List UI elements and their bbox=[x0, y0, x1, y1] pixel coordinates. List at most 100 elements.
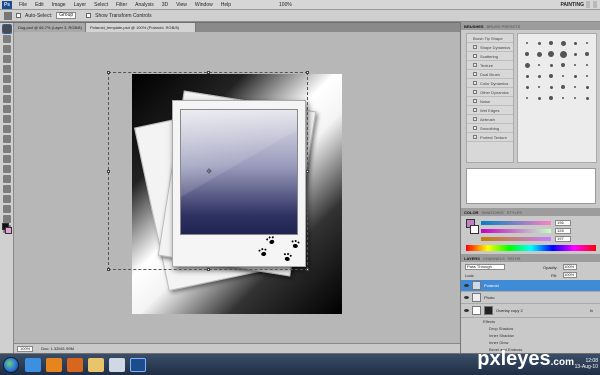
blend-mode-select[interactable]: Pass Through bbox=[465, 264, 505, 270]
healing-brush-tool-icon[interactable] bbox=[3, 85, 11, 93]
dodge-tool-icon[interactable] bbox=[3, 155, 11, 163]
brush-tip-preset[interactable] bbox=[560, 40, 566, 46]
brush-tip-preset[interactable] bbox=[573, 74, 577, 78]
brush-option-item[interactable]: Airbrush bbox=[467, 115, 513, 124]
brush-tip-preset[interactable] bbox=[562, 97, 564, 99]
brush-tip-preset[interactable] bbox=[586, 42, 588, 44]
brush-tip-preset[interactable] bbox=[574, 97, 576, 99]
brush-tool-icon[interactable] bbox=[3, 95, 11, 103]
brush-tip-preset[interactable] bbox=[549, 74, 553, 78]
menu-window[interactable]: Window bbox=[191, 2, 217, 8]
crop-tool-icon[interactable] bbox=[3, 65, 11, 73]
brush-tip-preset[interactable] bbox=[525, 85, 529, 89]
menu-file[interactable]: File bbox=[15, 2, 31, 8]
brush-tip-preset[interactable] bbox=[586, 75, 588, 77]
transform-handle[interactable] bbox=[306, 170, 309, 173]
brush-tip-preset[interactable] bbox=[573, 41, 577, 45]
brush-tip-preset[interactable] bbox=[524, 62, 530, 68]
start-button[interactable] bbox=[3, 356, 19, 373]
background-color-chip[interactable] bbox=[470, 225, 479, 234]
menu-filter[interactable]: Filter bbox=[112, 2, 131, 8]
transform-handle[interactable] bbox=[107, 268, 110, 271]
green-value-field[interactable]: 128 bbox=[555, 228, 571, 234]
brush-tip-preset[interactable] bbox=[538, 86, 540, 88]
menu-image[interactable]: Image bbox=[48, 2, 70, 8]
brush-tip-preset[interactable] bbox=[573, 52, 577, 56]
visibility-eye-icon[interactable] bbox=[464, 284, 469, 287]
menu-help[interactable]: Help bbox=[217, 2, 235, 8]
transform-handle[interactable] bbox=[107, 170, 110, 173]
eyedropper-tool-icon[interactable] bbox=[3, 75, 11, 83]
move-tool-icon[interactable] bbox=[2, 24, 12, 34]
layer-row-polaroid[interactable]: Polaroid bbox=[461, 280, 600, 292]
brush-tip-preset[interactable] bbox=[538, 64, 540, 66]
brush-option-item[interactable]: Dual Brush bbox=[467, 70, 513, 79]
internet-explorer-icon[interactable] bbox=[25, 357, 41, 372]
brush-tip-preset[interactable] bbox=[549, 96, 553, 100]
auto-select-checkbox[interactable] bbox=[16, 13, 21, 18]
brush-tip-preset[interactable] bbox=[549, 41, 553, 45]
type-tool-icon[interactable] bbox=[3, 175, 11, 183]
brush-tip-preset[interactable] bbox=[526, 42, 528, 44]
brush-tip-preset[interactable] bbox=[574, 64, 576, 66]
brush-tip-preset[interactable] bbox=[561, 85, 565, 89]
menu-analysis[interactable]: Analysis bbox=[131, 2, 158, 8]
firefox-icon[interactable] bbox=[67, 357, 83, 372]
minimize-button[interactable] bbox=[586, 1, 590, 8]
path-selection-tool-icon[interactable] bbox=[3, 185, 11, 193]
menu-view[interactable]: View bbox=[172, 2, 191, 8]
brush-tip-preset[interactable] bbox=[549, 85, 553, 89]
transform-handle[interactable] bbox=[107, 71, 110, 74]
brush-tip-preset[interactable] bbox=[562, 75, 564, 77]
fill-field[interactable]: 100% bbox=[563, 272, 577, 278]
brush-option-item[interactable]: Scattering bbox=[467, 52, 513, 61]
brush-option-item[interactable]: Other Dynamics bbox=[467, 88, 513, 97]
brush-tip-preset[interactable] bbox=[525, 74, 529, 78]
show-transform-checkbox[interactable] bbox=[86, 13, 92, 18]
green-slider[interactable] bbox=[481, 229, 551, 233]
red-value-field[interactable]: 196 bbox=[555, 220, 571, 226]
fx-badge[interactable]: fx bbox=[590, 308, 593, 313]
blur-tool-icon[interactable] bbox=[3, 145, 11, 153]
menu-select[interactable]: Select bbox=[90, 2, 112, 8]
transform-handle[interactable] bbox=[207, 71, 210, 74]
brush-tip-preset[interactable] bbox=[585, 85, 589, 89]
brush-option-item[interactable]: Protect Texture bbox=[467, 133, 513, 142]
background-color-swatch[interactable] bbox=[5, 227, 12, 234]
brush-tip-preset[interactable] bbox=[526, 97, 528, 99]
transform-handle[interactable] bbox=[306, 71, 309, 74]
notepad-icon[interactable] bbox=[109, 357, 125, 372]
zoom-level-select[interactable]: 100% bbox=[275, 2, 296, 8]
brush-tip-preset[interactable] bbox=[537, 41, 541, 45]
layer-row-photo[interactable]: Photo bbox=[461, 292, 600, 304]
brush-tip-preset[interactable] bbox=[549, 63, 553, 67]
photoshop-taskbar-icon[interactable] bbox=[130, 357, 146, 372]
file-explorer-icon[interactable] bbox=[88, 357, 104, 372]
red-slider[interactable] bbox=[481, 221, 551, 225]
brush-option-item[interactable]: Wet Edges bbox=[467, 106, 513, 115]
zoom-field[interactable]: 100% bbox=[17, 345, 34, 352]
menu-layer[interactable]: Layer bbox=[70, 2, 91, 8]
layer-row-overlay-copy-2[interactable]: Overlay copy 2 fx bbox=[461, 304, 600, 318]
transform-center-icon[interactable] bbox=[206, 168, 212, 174]
brush-tip-preset[interactable] bbox=[585, 96, 589, 100]
close-button[interactable] bbox=[593, 1, 597, 8]
brush-tip-preset[interactable] bbox=[548, 51, 554, 57]
tab-paths[interactable]: PATHS bbox=[508, 256, 521, 261]
brush-option-item[interactable]: Color Dynamics bbox=[467, 79, 513, 88]
shape-tool-icon[interactable] bbox=[3, 195, 11, 203]
brush-tip-preset[interactable] bbox=[561, 63, 565, 67]
transform-handle[interactable] bbox=[306, 268, 309, 271]
gradient-tool-icon[interactable] bbox=[3, 135, 11, 143]
tab-styles[interactable]: STYLES bbox=[507, 210, 522, 215]
clone-stamp-tool-icon[interactable] bbox=[3, 105, 11, 113]
3d-rotate-tool-icon[interactable] bbox=[3, 205, 11, 213]
marquee-tool-icon[interactable] bbox=[3, 35, 11, 43]
hand-tool-icon[interactable] bbox=[3, 215, 11, 223]
workspace-switcher[interactable]: PAINTING bbox=[560, 2, 584, 8]
tab-layers[interactable]: LAYERS bbox=[464, 256, 480, 261]
menu-3d[interactable]: 3D bbox=[158, 2, 172, 8]
brush-tip-preset[interactable] bbox=[537, 74, 541, 78]
move-tool-icon[interactable] bbox=[4, 11, 12, 20]
tab-channels[interactable]: CHANNELS bbox=[483, 256, 505, 261]
